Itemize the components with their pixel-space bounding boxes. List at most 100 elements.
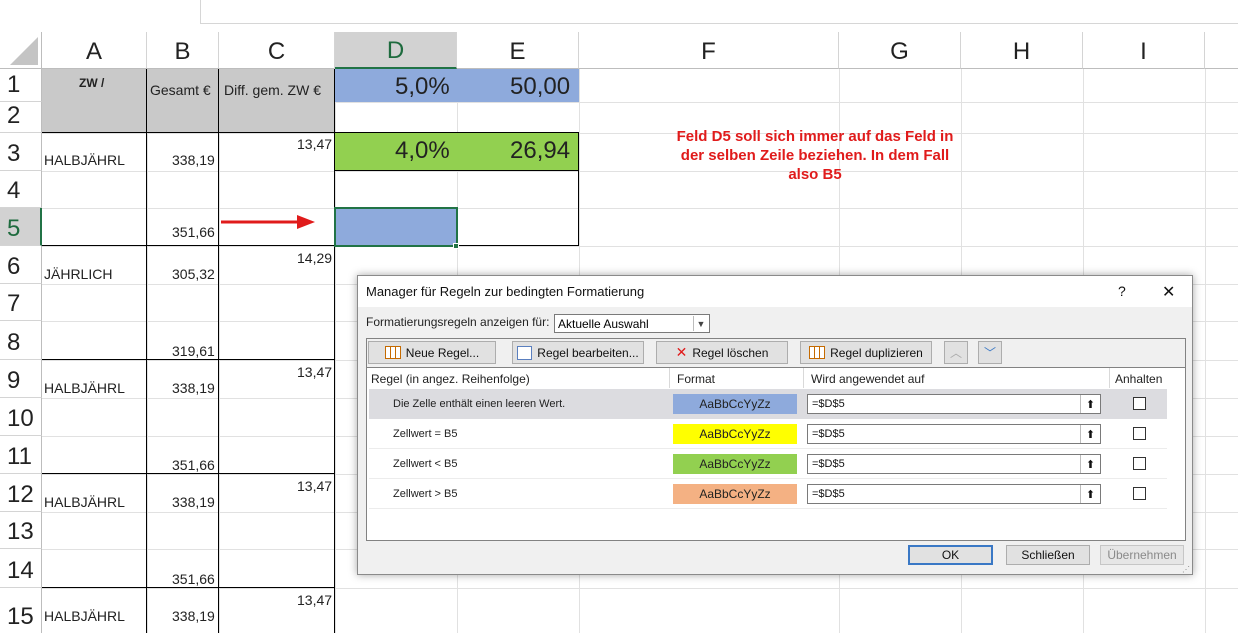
col-header-a[interactable]: A (42, 32, 147, 69)
cell-b11: 351,66 (172, 457, 215, 473)
row-header-9[interactable]: 9 (0, 360, 42, 398)
cell-b12: 338,19 (172, 494, 215, 510)
applies-to-field[interactable]: =$D$5 ⬆ (807, 454, 1101, 474)
applies-to-field[interactable]: =$D$5 ⬆ (807, 424, 1101, 444)
rule-row[interactable]: Zellwert > B5 AaBbCcYyZz =$D$5 ⬆ (369, 479, 1167, 509)
rule-text: Zellwert < B5 (393, 458, 458, 470)
rule-row[interactable]: Zellwert = B5 AaBbCcYyZz =$D$5 ⬆ (369, 419, 1167, 449)
row-header-13[interactable]: 13 (0, 512, 42, 549)
cell-d3: 4,0% (395, 137, 450, 164)
collapse-range-icon[interactable]: ⬆ (1080, 395, 1100, 413)
row-header-6[interactable]: 6 (0, 246, 42, 284)
annotation-note: Feld D5 soll sich immer auf das Feld in … (655, 127, 975, 184)
cell-d1: 5,0% (395, 73, 450, 100)
duplicate-icon (809, 346, 826, 359)
row-header-8[interactable]: 8 (0, 321, 42, 360)
edit-rule-button[interactable]: Regel bearbeiten... (512, 341, 644, 364)
gridline (42, 133, 1238, 134)
stop-if-true-checkbox[interactable] (1133, 427, 1146, 440)
new-rule-label: Neue Regel... (405, 345, 480, 360)
border (218, 69, 219, 633)
chevron-down-icon[interactable]: ▼ (693, 316, 708, 331)
cell-c3: 13,47 (297, 136, 333, 152)
gridline (42, 246, 1238, 247)
cell-a3: HALBJÄHRL (44, 152, 125, 168)
resize-grip-icon[interactable]: ⋰ (1182, 565, 1190, 574)
cell-e3: 26,94 (510, 137, 571, 164)
cell-b8: 319,61 (172, 343, 215, 359)
cell-a15: HALBJÄHRL (44, 608, 125, 624)
col-header-g[interactable]: G (839, 32, 961, 69)
border (335, 170, 579, 171)
header-divider (669, 368, 670, 388)
new-rule-button[interactable]: Neue Regel... (368, 341, 496, 364)
stop-if-true-checkbox[interactable] (1133, 457, 1146, 470)
rule-text: Zellwert = B5 (393, 428, 458, 440)
select-all-corner[interactable] (0, 32, 42, 69)
cell-b3: 338,19 (172, 152, 215, 168)
row-header-1[interactable]: 1 (0, 69, 42, 102)
col-header-d[interactable]: D (335, 32, 457, 69)
col-header-j[interactable] (1205, 32, 1238, 69)
duplicate-rule-button[interactable]: Regel duplizieren (800, 341, 932, 364)
applies-to-field[interactable]: =$D$5 ⬆ (807, 484, 1101, 504)
border (146, 69, 147, 633)
row-header-14[interactable]: 14 (0, 549, 42, 588)
col-header-h[interactable]: H (961, 32, 1083, 69)
move-up-button[interactable]: ︿ (944, 341, 968, 364)
ok-button[interactable]: OK (908, 545, 993, 565)
dialog-title: Manager für Regeln zur bedingten Formati… (366, 284, 645, 299)
row-header-11[interactable]: 11 (0, 436, 42, 474)
row-header-3[interactable]: 3 (0, 133, 42, 171)
cell-c9: 13,47 (297, 364, 333, 380)
collapse-range-icon[interactable]: ⬆ (1080, 425, 1100, 443)
stop-if-true-checkbox[interactable] (1133, 397, 1146, 410)
chevron-up-icon: ︿ (949, 346, 962, 360)
collapse-range-icon[interactable]: ⬆ (1080, 455, 1100, 473)
collapse-range-icon[interactable]: ⬆ (1080, 485, 1100, 503)
delete-rule-button[interactable]: ✕ Regel löschen (656, 341, 788, 364)
col-header-b[interactable]: B (147, 32, 219, 69)
format-preview: AaBbCcYyZz (673, 484, 797, 504)
conditional-formatting-dialog: Manager für Regeln zur bedingten Formati… (357, 275, 1193, 575)
col-header-i[interactable]: I (1083, 32, 1205, 69)
applies-to-field[interactable]: =$D$5 ⬆ (807, 394, 1101, 414)
row-header-2[interactable]: 2 (0, 102, 42, 133)
note-line-1: Feld D5 soll sich immer auf das Feld in (676, 128, 954, 145)
gridline (42, 171, 1238, 172)
edit-rule-label: Regel bearbeiten... (537, 345, 639, 360)
cell-b6: 305,32 (172, 266, 215, 282)
help-icon[interactable]: ? (1118, 283, 1126, 299)
row-header-5[interactable]: 5 (0, 208, 42, 246)
col-header-f[interactable]: F (579, 32, 839, 69)
row-header-12[interactable]: 12 (0, 474, 42, 512)
show-rules-select[interactable]: Aktuelle Auswahl ▼ (554, 314, 710, 333)
format-preview: AaBbCcYyZz (673, 394, 797, 414)
move-down-button[interactable]: ﹀ (978, 341, 1002, 364)
rule-row[interactable]: Die Zelle enthält einen leeren Wert. AaB… (369, 389, 1167, 419)
border (42, 132, 335, 133)
fill-handle[interactable] (453, 243, 459, 249)
row-header-10[interactable]: 10 (0, 398, 42, 436)
cell-c15: 13,47 (297, 592, 333, 608)
cell-b1: Gesamt € (150, 82, 211, 98)
apply-button[interactable]: Übernehmen (1100, 545, 1184, 565)
cell-c6: 14,29 (297, 250, 333, 266)
formula-bar[interactable] (200, 0, 1238, 24)
applies-to-value: =$D$5 (812, 458, 845, 470)
applies-to-value: =$D$5 (812, 398, 845, 410)
close-icon[interactable]: ✕ (1162, 282, 1175, 302)
row-header-7[interactable]: 7 (0, 284, 42, 321)
header-rule: Regel (in angez. Reihenfolge) (371, 372, 530, 386)
col-header-e[interactable]: E (457, 32, 579, 69)
row-header-4[interactable]: 4 (0, 171, 42, 208)
dialog-titlebar: Manager für Regeln zur bedingten Formati… (358, 276, 1192, 307)
header-applies: Wird angewendet auf (811, 372, 925, 386)
cell-a12: HALBJÄHRL (44, 494, 125, 510)
row-header-15[interactable]: 15 (0, 588, 42, 633)
rule-row[interactable]: Zellwert < B5 AaBbCcYyZz =$D$5 ⬆ (369, 449, 1167, 479)
rule-text: Zellwert > B5 (393, 488, 458, 500)
stop-if-true-checkbox[interactable] (1133, 487, 1146, 500)
close-button[interactable]: Schließen (1006, 545, 1090, 565)
col-header-c[interactable]: C (219, 32, 335, 69)
